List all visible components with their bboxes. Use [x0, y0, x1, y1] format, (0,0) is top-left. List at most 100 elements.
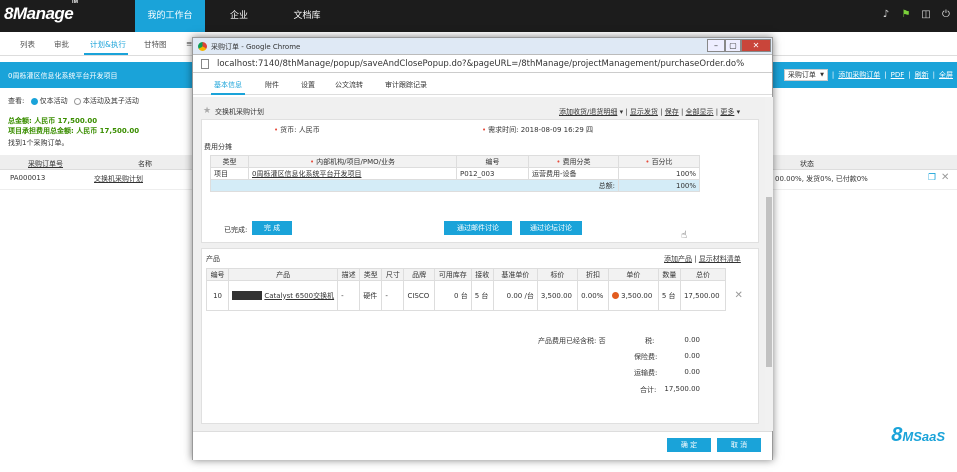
flag-icon[interactable]: ⚑ [901, 9, 911, 20]
url-bar[interactable]: localhost:7140/8thManage/popup/saveAndCl… [193, 55, 772, 73]
pdf-link[interactable]: PDF [891, 71, 905, 79]
table-row[interactable]: 10 Catalyst 6500交换机 - 硬件 - CISCO 0 台 5 台… [205, 280, 752, 311]
cancel-button[interactable]: 取 消 [717, 438, 761, 452]
tab-list[interactable]: 列表 [20, 39, 35, 50]
add-product-link[interactable]: 添加产品 [664, 255, 692, 263]
prod-qty: 5 台 [657, 280, 681, 311]
cost-total-label: 总额: [210, 179, 619, 192]
type-select[interactable]: 采购订单 [783, 69, 828, 81]
prod-disc: 0.00% [577, 280, 609, 311]
tax-label: 税: [645, 337, 655, 345]
prod-col-price: 单价 [607, 268, 659, 281]
total-amount: 总金额: 人民币 17,500.00 [8, 117, 98, 125]
complete-button[interactable]: 完 成 [252, 221, 292, 235]
price-info-icon[interactable] [611, 292, 619, 299]
prod-col-total: 总价 [679, 268, 727, 281]
tab-audit-trail[interactable]: 审计跟踪记录 [385, 80, 427, 90]
prod-size: - [381, 280, 405, 311]
brand-logo: 8MSaaS [891, 424, 945, 446]
prod-col-desc: 描述 [337, 268, 361, 281]
col-status[interactable]: 状态 [800, 159, 814, 169]
split-view-icon[interactable]: ◫ [921, 9, 931, 20]
refresh-link[interactable]: 刷新 [915, 70, 929, 80]
discuss-forum-button[interactable]: 通过论坛讨论 [520, 221, 582, 235]
nav-my-workspace[interactable]: 我的工作台 [135, 0, 205, 32]
cost-col-org: 内部机构/项目/PMO/业务 [248, 155, 457, 168]
window-titlebar: 采购订单 - Google Chrome – ▢ ✕ [193, 38, 772, 55]
product-section-title: 产品 [206, 255, 220, 263]
bell-icon[interactable]: ♪ [881, 9, 891, 20]
record-actions: 添加收货/退货明细 ▾ | 显示发货 | 保存 | 全部显示 | 更多 ▾ [559, 108, 741, 116]
done-label: 已完成: [224, 226, 248, 234]
popup-content: ★ 交换机采购计划 添加收货/退货明细 ▾ | 显示发货 | 保存 | 全部显示… [193, 97, 765, 431]
radio-only-this[interactable] [30, 97, 38, 105]
shipping-value: 0.00 [684, 368, 700, 376]
tab-basic-info[interactable]: 基本信息 [214, 80, 242, 90]
shipping-label: 运输费: [634, 369, 658, 377]
switch-image-icon [232, 291, 263, 300]
insurance-label: 保险费: [634, 353, 658, 361]
popup-tabs: 基本信息 附件 设置 公文流转 审计跟踪记录 [193, 73, 772, 95]
tab-approval[interactable]: 审批 [54, 39, 69, 50]
sum-value: 17,500.00 [664, 385, 700, 393]
product-panel: 产品 添加产品 | 显示材料清单 编号 产品 描述 类型 尺寸 品牌 可用库存 … [201, 248, 759, 424]
popup-footer: 确 定 取 消 [193, 431, 772, 460]
show-shipping-link[interactable]: 显示发货 [630, 108, 658, 116]
table-row[interactable]: 项目 0周栎灌区信息化系统平台开发项目 P012_003 运营费用-设备 100… [210, 167, 700, 180]
cost-org-link[interactable]: 0周栎灌区信息化系统平台开发项目 [248, 167, 457, 180]
star-icon[interactable]: ★ [203, 106, 211, 116]
prod-col-product: 产品 [228, 268, 339, 281]
ok-button[interactable]: 确 定 [667, 438, 711, 452]
maximize-button[interactable]: ▢ [725, 39, 741, 52]
radio-with-children[interactable] [73, 97, 81, 105]
po-name-link[interactable]: 交换机采购计划 [94, 174, 143, 184]
tab-plan-execute[interactable]: 计划&执行 [90, 39, 126, 50]
save-link[interactable]: 保存 [665, 108, 679, 116]
add-receipt-link[interactable]: 添加收货/退货明细 [559, 108, 617, 116]
more-link[interactable]: 更多 [720, 108, 734, 116]
prod-recv: 5 台 [470, 280, 494, 311]
tab-workflow[interactable]: 公文流转 [335, 80, 363, 90]
copy-icon[interactable]: ❐ [928, 173, 936, 183]
show-bom-link[interactable]: 显示材料清单 [699, 255, 741, 263]
remove-product-icon[interactable]: ✕ [726, 281, 752, 311]
delete-icon[interactable]: ✕ [941, 172, 949, 183]
tab-settings[interactable]: 设置 [301, 80, 315, 90]
nav-document-library[interactable]: 文档库 [273, 0, 341, 32]
cost-col-code: 编号 [456, 155, 529, 168]
product-links: 添加产品 | 显示材料清单 [664, 255, 741, 263]
prod-col-recv: 接收 [470, 268, 494, 281]
col-po-number[interactable]: 采购订单号 [28, 159, 63, 169]
close-button[interactable]: ✕ [741, 39, 771, 52]
tax-value: 0.00 [684, 336, 700, 344]
prod-brand: CISCO [403, 280, 435, 311]
tab-gantt[interactable]: 甘特图 [144, 39, 167, 50]
prod-type: 硬件 [359, 280, 383, 311]
tab-attachments[interactable]: 附件 [265, 80, 279, 90]
po-id: PA000013 [10, 174, 46, 182]
chrome-icon [198, 42, 207, 51]
prod-col-base: 基准单价 [492, 268, 538, 281]
prod-name-link[interactable]: Catalyst 6500交换机 [264, 292, 334, 300]
basic-panel: 货币: 人民币 需求时间: 2018-08-09 16:29 四 费用分摊 类型… [201, 119, 759, 243]
scrollbar-thumb[interactable] [766, 197, 772, 367]
scrollbar[interactable] [765, 97, 773, 431]
discuss-email-button[interactable]: 通过邮件讨论 [444, 221, 512, 235]
record-name: 交换机采购计划 [215, 108, 264, 116]
cost-type: 项目 [210, 167, 249, 180]
fullscreen-link[interactable]: 全屏 [939, 70, 953, 80]
nav-enterprise[interactable]: 企业 [205, 0, 273, 32]
col-name[interactable]: 名称 [138, 159, 152, 169]
cost-category: 运营费用-设备 [528, 167, 619, 180]
power-icon[interactable]: ⏻ [941, 9, 951, 20]
cost-col-type: 类型 [210, 155, 249, 168]
show-all-link[interactable]: 全部显示 [686, 108, 714, 116]
currency-field: 货币: 人民币 [274, 125, 320, 135]
add-po-link[interactable]: 添加采购订单 [838, 70, 880, 80]
prod-price: 3,500.00 [621, 291, 653, 300]
cost-section-title: 费用分摊 [204, 143, 232, 151]
found-count: 找到1个采购订单。 [8, 139, 69, 147]
minimize-button[interactable]: – [707, 39, 725, 52]
prod-col-type: 类型 [359, 268, 383, 281]
cost-percent: 100% [618, 167, 700, 180]
